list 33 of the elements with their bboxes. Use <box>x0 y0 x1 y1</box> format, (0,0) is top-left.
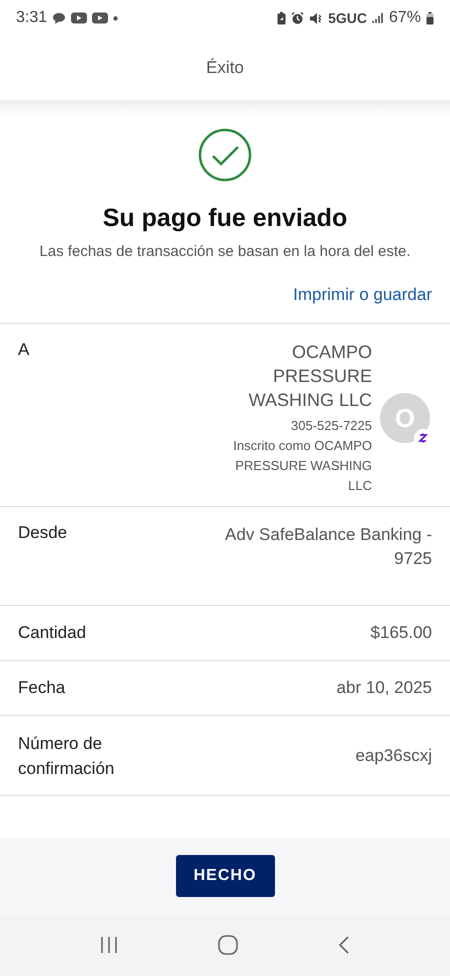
video-icon <box>92 12 108 24</box>
battery-saver-icon <box>277 12 286 24</box>
detail-value: eap36scxj <box>355 744 432 766</box>
chat-icon <box>52 12 66 24</box>
home-icon[interactable] <box>217 934 239 956</box>
detail-value: abr 10, 2025 <box>336 677 432 699</box>
done-button[interactable]: HECHO <box>176 855 274 897</box>
back-icon[interactable] <box>337 935 351 955</box>
detail-value: $165.00 <box>370 622 432 644</box>
success-heading: Su pago fue enviado <box>102 204 348 233</box>
battery-percent: 67% <box>388 9 421 27</box>
detail-label: Fecha <box>18 678 66 698</box>
video-icon <box>71 12 88 24</box>
detail-label: A <box>18 340 30 360</box>
battery-icon <box>426 12 434 24</box>
detail-label: Cantidad <box>18 623 86 643</box>
print-save-link[interactable]: Imprimir o guardar <box>293 285 432 305</box>
detail-value: Adv SafeBalance Banking - 9725 <box>224 524 432 570</box>
recipient-name: OCAMPO PRESSURE WASHING LLC <box>248 341 372 412</box>
enrolled-name: Inscrito como OCAMPO PRESSURE WASHING LLC <box>232 437 372 495</box>
mute-icon <box>309 12 324 24</box>
recent-apps-icon[interactable] <box>99 936 119 954</box>
detail-label: Número de confirmación <box>18 732 116 780</box>
recipient-phone: 305-525-7225 <box>291 417 372 435</box>
screen-title: Éxito <box>206 58 244 78</box>
timezone-note: Las fechas de transacción se basan en la hora del este. <box>38 242 412 262</box>
dot-icon <box>113 16 118 20</box>
clock: 3:31 <box>16 9 48 27</box>
detail-label: Desde <box>18 523 68 543</box>
signal-icon <box>372 12 384 24</box>
network-label: 5GUC <box>328 10 367 26</box>
checkmark-circle-icon <box>198 128 252 182</box>
alarm-icon <box>291 12 304 24</box>
